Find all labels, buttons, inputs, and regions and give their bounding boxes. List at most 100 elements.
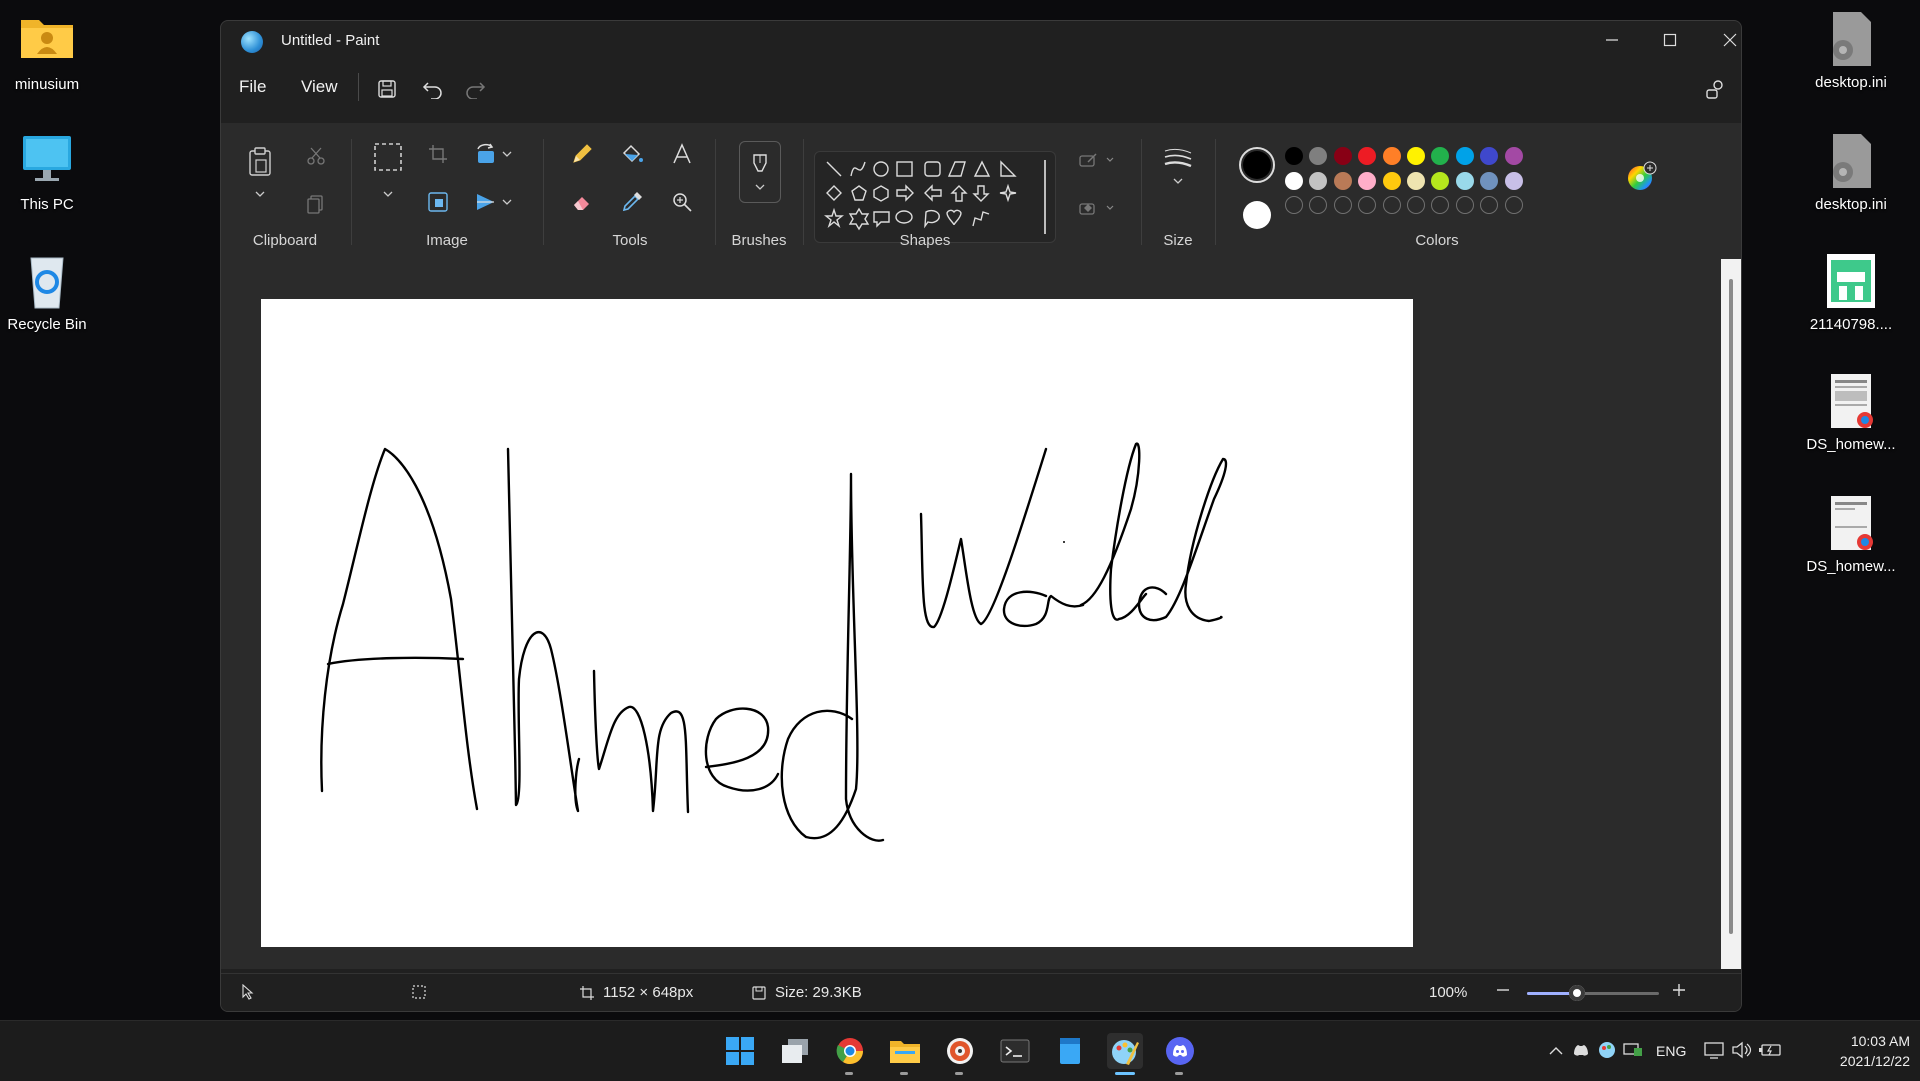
media-player-taskbar-icon[interactable]: [942, 1033, 978, 1075]
maximize-button[interactable]: [1641, 21, 1699, 59]
save-icon[interactable]: [371, 73, 403, 105]
color-swatch[interactable]: [1358, 171, 1377, 190]
device-tray-icon[interactable]: [1620, 1042, 1646, 1061]
file-menu[interactable]: File: [239, 77, 266, 97]
desktop-icon-recycle-bin[interactable]: Recycle Bin: [2, 252, 92, 333]
custom-color-slot[interactable]: [1309, 196, 1328, 214]
color-swatch[interactable]: [1309, 171, 1328, 190]
chevron-up-icon[interactable]: [1544, 1043, 1568, 1059]
zoom-level[interactable]: 100%: [1429, 984, 1467, 1001]
chrome-taskbar-icon[interactable]: [832, 1033, 868, 1075]
magnifier-icon[interactable]: [667, 187, 697, 217]
rotate-icon[interactable]: [471, 139, 501, 169]
input-language[interactable]: ENG: [1656, 1043, 1700, 1059]
fill-icon[interactable]: [1077, 193, 1117, 223]
color-2-swatch[interactable]: [1243, 201, 1271, 229]
chevron-down-icon[interactable]: [245, 185, 275, 203]
chevron-down-icon[interactable]: [499, 187, 515, 217]
custom-color-slot[interactable]: [1407, 196, 1425, 214]
zoom-slider-thumb[interactable]: [1569, 985, 1586, 1001]
file-explorer-taskbar-icon[interactable]: [887, 1033, 923, 1075]
color-swatch[interactable]: [1407, 171, 1425, 190]
vertical-scrollbar[interactable]: [1721, 259, 1741, 969]
minimize-button[interactable]: [1583, 21, 1641, 59]
color-swatch[interactable]: [1431, 171, 1450, 190]
close-button[interactable]: [1701, 21, 1741, 59]
drawing-canvas[interactable]: [261, 299, 1413, 947]
color-swatch[interactable]: [1382, 171, 1401, 190]
color-swatch[interactable]: [1431, 147, 1450, 165]
battery-icon[interactable]: [1756, 1042, 1784, 1061]
terminal-taskbar-icon[interactable]: [997, 1033, 1033, 1069]
zoom-slider[interactable]: [1527, 985, 1659, 1001]
network-icon[interactable]: [1700, 1041, 1728, 1062]
color-swatch[interactable]: [1480, 171, 1499, 190]
color-1-swatch[interactable]: [1239, 147, 1275, 183]
zoom-in-button[interactable]: [1671, 982, 1687, 998]
discord-taskbar-icon[interactable]: [1162, 1033, 1198, 1075]
color-swatch[interactable]: [1358, 147, 1377, 165]
crop-icon[interactable]: [423, 139, 453, 169]
color-swatch[interactable]: [1333, 171, 1352, 190]
copy-icon[interactable]: [301, 189, 331, 219]
notepad-taskbar-icon[interactable]: [1052, 1033, 1088, 1069]
chevron-down-icon[interactable]: [499, 139, 515, 169]
color-swatch[interactable]: [1480, 147, 1499, 165]
custom-color-slot[interactable]: [1455, 196, 1474, 214]
pencil-icon[interactable]: [567, 139, 597, 169]
color-swatch[interactable]: [1333, 147, 1352, 165]
color-swatch[interactable]: [1504, 147, 1523, 165]
desktop-icon-pdf-file[interactable]: DS_homew...: [1806, 494, 1896, 575]
eraser-icon[interactable]: [567, 187, 597, 217]
custom-color-slot[interactable]: [1358, 196, 1377, 214]
undo-icon[interactable]: [417, 73, 449, 105]
volume-icon[interactable]: [1728, 1041, 1756, 1062]
paste-icon[interactable]: [245, 141, 275, 181]
stroke-size-icon[interactable]: [1161, 143, 1195, 203]
desktop-icon-desktop-ini[interactable]: desktop.ini: [1806, 10, 1896, 91]
scrollbar-thumb[interactable]: [1729, 279, 1733, 934]
title-bar[interactable]: Untitled - Paint: [221, 21, 1741, 61]
color-swatch[interactable]: [1382, 147, 1401, 165]
color-swatch[interactable]: [1455, 171, 1474, 190]
color-swatch[interactable]: [1504, 171, 1523, 190]
custom-color-slot[interactable]: [1382, 196, 1401, 214]
start-button[interactable]: [722, 1033, 758, 1069]
custom-color-slot[interactable]: [1504, 196, 1523, 214]
select-icon[interactable]: [373, 139, 403, 175]
color-swatch[interactable]: [1285, 171, 1303, 190]
color-swatch[interactable]: [1407, 147, 1425, 165]
desktop-icon-this-pc[interactable]: This PC: [2, 132, 92, 213]
color-swatch[interactable]: [1455, 147, 1474, 165]
chevron-down-icon[interactable]: [373, 185, 403, 203]
fill-bucket-icon[interactable]: [617, 139, 647, 169]
desktop-icon-user-folder[interactable]: minusium: [2, 12, 92, 93]
outline-icon[interactable]: [1077, 145, 1117, 175]
desktop-icon-image-file[interactable]: 21140798....: [1806, 252, 1896, 333]
cut-icon[interactable]: [301, 141, 331, 171]
color-swatch[interactable]: [1285, 147, 1303, 165]
color-swatch[interactable]: [1309, 147, 1328, 165]
desktop-icon-desktop-ini[interactable]: desktop.ini: [1806, 132, 1896, 213]
share-icon[interactable]: [1699, 73, 1731, 105]
redo-icon[interactable]: [459, 73, 491, 105]
color-picker-icon[interactable]: [617, 187, 647, 217]
desktop-icon-pdf-file[interactable]: DS_homew...: [1806, 372, 1896, 453]
custom-color-slot[interactable]: [1480, 196, 1499, 214]
text-icon[interactable]: [667, 139, 697, 169]
resize-icon[interactable]: [423, 187, 453, 217]
paint-taskbar-icon[interactable]: [1107, 1033, 1143, 1075]
custom-color-slot[interactable]: [1285, 196, 1303, 214]
paint-tray-icon[interactable]: [1594, 1041, 1620, 1062]
zoom-out-button[interactable]: [1495, 982, 1511, 998]
flip-icon[interactable]: [471, 187, 501, 217]
view-menu[interactable]: View: [301, 77, 338, 97]
edit-colors-icon[interactable]: [1623, 159, 1659, 195]
custom-color-slot[interactable]: [1333, 196, 1352, 214]
brush-icon[interactable]: [739, 141, 781, 203]
task-view-button[interactable]: [777, 1033, 813, 1069]
clock[interactable]: 10:03 AM 2021/12/22: [1810, 1031, 1910, 1071]
running-indicator: [955, 1072, 963, 1075]
custom-color-slot[interactable]: [1431, 196, 1450, 214]
discord-tray-icon[interactable]: [1568, 1043, 1594, 1060]
